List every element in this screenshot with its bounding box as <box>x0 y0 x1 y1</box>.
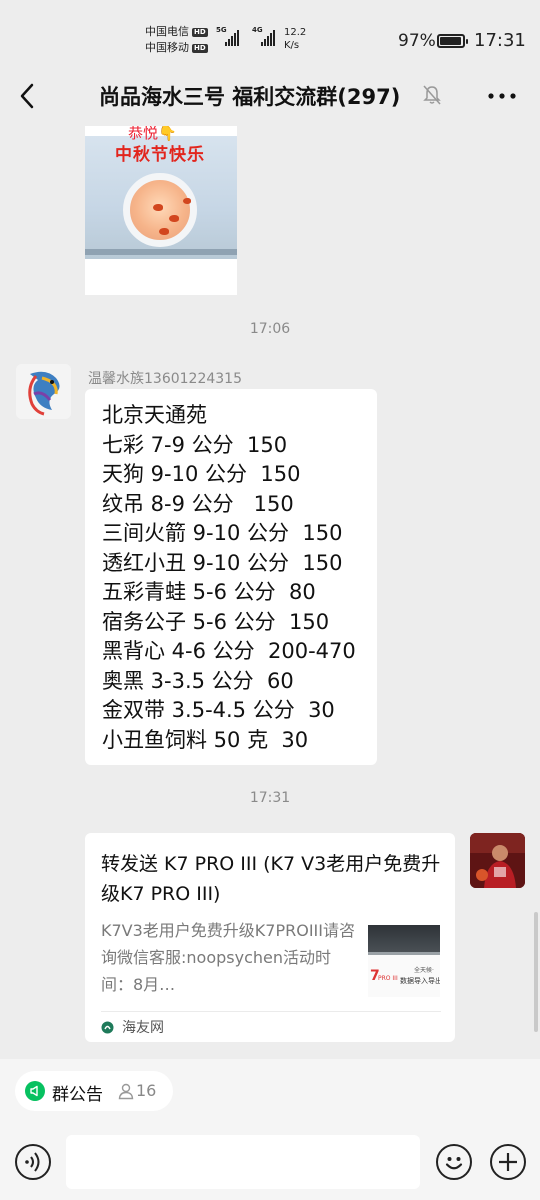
divider <box>101 1011 441 1012</box>
notice-count: 16 <box>136 1081 157 1100</box>
more-dots-icon[interactable] <box>487 88 517 102</box>
text-message[interactable]: 北京天通苑 七彩 7-9 公分 150 天狗 9-10 公分 150 纹吊 8-… <box>85 389 377 765</box>
notice-bar: 群公告 16 <box>0 1059 540 1119</box>
message-line: 五彩青蛙 5-6 公分 80 <box>102 580 316 604</box>
link-card-title: 转发送 K7 PRO III (K7 V3老用户免费升级K7 PRO III) <box>101 853 441 905</box>
signal-5g-icon: 5G <box>216 26 242 46</box>
signal-4g-icon: 4G <box>252 26 278 46</box>
message-input[interactable] <box>66 1135 420 1189</box>
link-card-thumbnail: 7 PRO III 全天候· 数据导入导出 <box>368 925 440 997</box>
time-separator: 17:31 <box>249 790 291 806</box>
input-bar <box>0 1119 540 1200</box>
avatar[interactable] <box>470 833 525 888</box>
battery-fill <box>440 37 462 45</box>
message-line: 七彩 7-9 公分 150 <box>102 432 288 457</box>
battery-icon <box>437 34 468 48</box>
message-line: 三间火箭 9-10 公分 150 <box>102 521 343 545</box>
source-icon <box>101 1019 114 1034</box>
plus-icon[interactable] <box>490 1144 526 1180</box>
status-bar: 中国电信 HD 中国移动 HD 5G 4G 12.2 K/s 97% 17:31 <box>0 0 540 76</box>
chat-title[interactable]: 尚品海水三号 福利交流群(297) <box>99 81 400 111</box>
carrier-info: 中国电信 HD 中国移动 HD <box>145 24 208 56</box>
message-line: 纹吊 8-9 公分 150 <box>102 491 294 516</box>
battery-percent: 97% <box>398 31 436 51</box>
person-icon <box>117 1082 135 1100</box>
link-card[interactable]: 转发送 K7 PRO III (K7 V3老用户免费升级K7 PRO III) … <box>85 833 455 1042</box>
image-caption: 中秋节快乐 <box>115 145 205 165</box>
aquarium-base <box>85 249 237 255</box>
link-card-source: 海友网 <box>122 1020 164 1036</box>
hd-badge: HD <box>192 43 208 53</box>
hd-badge: HD <box>192 27 208 37</box>
message-line: 奥黑 3-3.5 公分 60 <box>102 668 294 693</box>
notice-label: 群公告 <box>52 1085 103 1105</box>
carrier-2: 中国移动 <box>145 41 189 54</box>
message-line: 小丑鱼饲料 50 克 30 <box>102 727 309 752</box>
chat-header: 尚品海水三号 福利交流群(297) <box>0 76 540 116</box>
message-line: 北京天通苑 <box>102 403 207 427</box>
message-line: 天狗 9-10 公分 150 <box>102 462 301 486</box>
avatar[interactable] <box>16 364 71 419</box>
sender-name[interactable]: 温馨水族13601224315 <box>88 368 242 388</box>
message-line: 黑背心 4-6 公分 200-470 <box>102 639 356 663</box>
bell-muted-icon <box>422 84 442 106</box>
group-notice-button[interactable]: 群公告 16 <box>15 1071 173 1111</box>
network-speed: 12.2 K/s <box>284 27 307 51</box>
link-card-description: K7V3老用户免费升级K7PROIII请咨询微信客服:noopsychen活动时… <box>101 921 355 994</box>
carrier-1: 中国电信 <box>145 25 189 38</box>
message-line: 透红小丑 9-10 公分 150 <box>102 550 343 575</box>
scrollbar[interactable] <box>534 912 538 1032</box>
voice-icon[interactable] <box>15 1144 51 1180</box>
signal-icons: 5G 4G <box>216 26 278 46</box>
image-message[interactable]: 恭悦👇 中秋节快乐 <box>85 126 237 295</box>
message-line: 宿务公子 5-6 公分 150 <box>102 609 330 634</box>
back-chevron-icon[interactable] <box>14 80 42 112</box>
message-line: 金双带 3.5-4.5 公分 30 <box>102 698 335 722</box>
announcement-icon <box>25 1081 45 1101</box>
time-separator: 17:06 <box>249 321 291 337</box>
status-time: 17:31 <box>474 30 526 51</box>
emoji-icon[interactable] <box>436 1144 472 1180</box>
